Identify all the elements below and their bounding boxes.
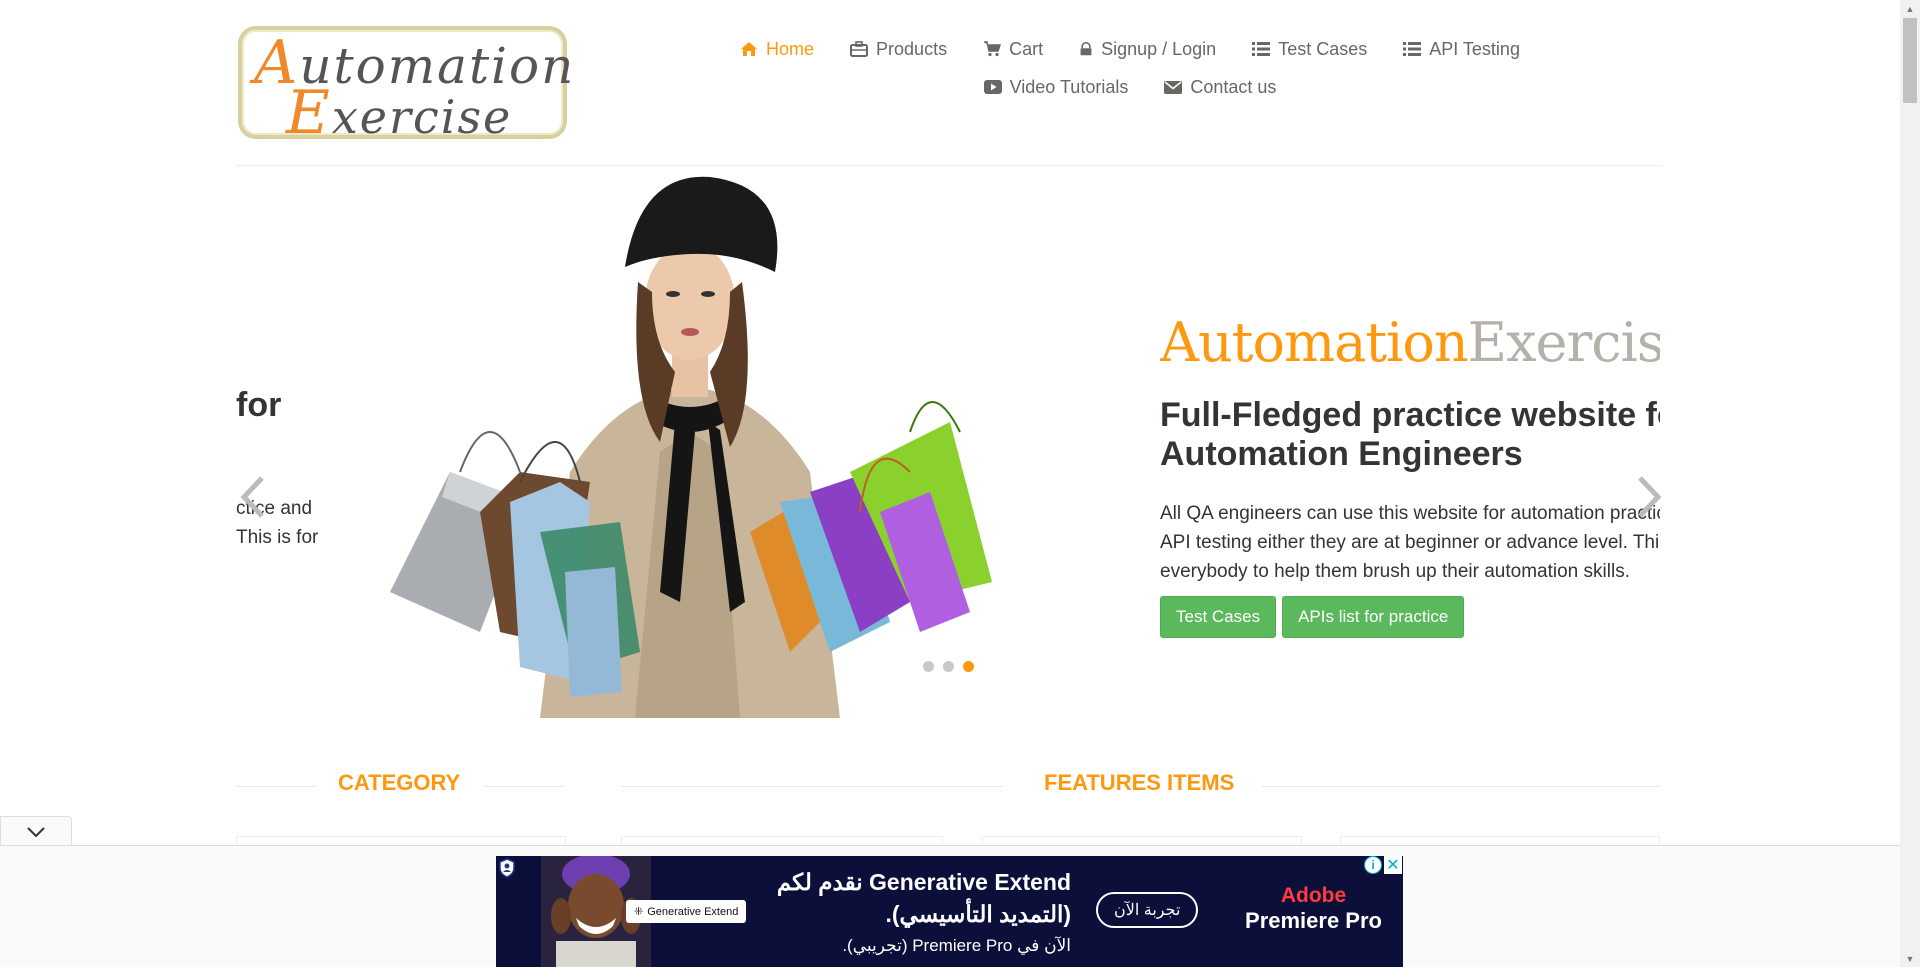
page: Automation Exercise Home Products Cart S… [0,0,1920,967]
features-title-line-left [621,786,1003,787]
slide-desc-line-1: All QA engineers can use this website fo… [1160,503,1660,524]
ad-cta-button[interactable]: تجربة الآن [1096,892,1199,928]
ad-brand-premiere: Premiere Pro [1245,908,1382,933]
carousel-indicators [922,660,975,673]
scroll-thumb[interactable] [1903,18,1917,103]
category-title-line-left [236,786,316,787]
slide-desc-line-2: API testing either they are at beginner … [1160,532,1660,553]
prev-slide-line-2: This is for [236,527,319,548]
slide-title-line-1: Full-Fledged practice website for [1160,396,1660,434]
list-icon [1252,42,1271,56]
nav-api-testing-label: API Testing [1429,38,1520,59]
ad-info-icon[interactable]: i [1364,856,1382,874]
ad-close-icon[interactable]: ✕ [1384,856,1402,874]
slide-title: Full-Fledged practice website for Automa… [1160,396,1660,474]
lock-icon [1080,42,1092,56]
nav-products[interactable]: Products [850,36,947,62]
vertical-scrollbar[interactable]: ▲ ▼ [1900,0,1920,967]
ad-brand-logo: Adobe Premiere Pro [1231,884,1396,934]
slide-description: All QA engineers can use this website fo… [1160,499,1660,586]
site-logo[interactable]: Automation Exercise [238,26,573,144]
home-icon [741,42,758,56]
features-title-line-right [1262,786,1660,787]
ad-collapse-toggle[interactable] [0,816,72,846]
nav-cart[interactable]: Cart [983,36,1043,62]
nav-contact-us[interactable]: Contact us [1164,74,1276,100]
scroll-down-arrow-icon[interactable]: ▼ [1900,950,1920,967]
nav-home-label: Home [766,38,815,59]
slide-brand-heading: AutomationExercise [1160,310,1660,376]
cart-icon [984,41,1002,57]
ad-headline-line-2: (التمديد التأسيسي). [885,901,1071,927]
nav-contact-us-label: Contact us [1190,76,1277,97]
ad-privacy-shield-icon[interactable] [498,858,516,878]
slide-title-line-2: Automation Engineers [1160,435,1523,473]
carousel-slide-content: AutomationExercise Full-Fledged practice… [1160,310,1660,638]
nav-video-tutorials-label: Video Tutorials [1009,76,1129,97]
carousel-dot-2[interactable] [942,660,955,673]
slide-desc-line-3: everybody to help them brush up their au… [1160,561,1630,582]
logo-cap-e: E [286,78,332,148]
apis-list-button[interactable]: APIs list for practice [1282,596,1465,638]
hero-shopping-girl-image [390,176,992,718]
nav-signup-login[interactable]: Signup / Login [1079,36,1216,62]
chevron-down-icon [27,826,45,837]
nav-cart-label: Cart [1009,38,1044,59]
slide-buttons: Test Cases APIs list for practice [1160,596,1660,638]
scroll-up-arrow-icon[interactable]: ▲ [1900,0,1920,17]
carousel-prev-arrow-icon[interactable] [236,472,270,522]
nav-test-cases[interactable]: Test Cases [1252,36,1367,62]
category-title-line-right [484,786,564,787]
ad-badge-label: Generative Extend [647,905,739,918]
nav-video-tutorials[interactable]: Video Tutorials [983,74,1129,100]
logo-line-2: Exercise [286,83,513,144]
carousel-next-arrow-icon[interactable] [1632,472,1666,522]
nav-products-label: Products [876,38,948,59]
main-nav: Home Products Cart Signup / Login Test C… [720,36,1540,100]
carousel-dot-1[interactable] [922,660,935,673]
brand-automation: Automation [1160,311,1469,374]
header-divider [236,165,1661,166]
envelope-icon [1164,81,1183,94]
ad-headline: Generative Extend نقدم لكم (التمديد التأ… [726,866,1071,930]
nav-test-cases-label: Test Cases [1278,38,1368,59]
ad-headline-line-1: Generative Extend نقدم لكم [776,869,1071,895]
ad-subtext: الآن في Premiere Pro (تجريبي). [842,936,1071,955]
category-heading: Category [338,770,461,795]
sparkle-icon: ⁜ [634,906,644,918]
test-cases-button[interactable]: Test Cases [1160,596,1277,638]
briefcase-icon [850,41,869,57]
features-items-heading: Features Items [1044,770,1235,795]
list-icon [1403,42,1422,56]
nav-api-testing[interactable]: API Testing [1403,36,1520,62]
youtube-play-icon [983,80,1002,94]
carousel-dot-3[interactable] [962,660,975,673]
ad-banner[interactable]: ⁜ Generative Extend Generative Extend نق… [496,856,1403,967]
nav-home[interactable]: Home [740,36,814,62]
prev-slide-title-fragment: for [236,386,282,424]
logo-text-1: utomation [299,37,576,95]
brand-exercise: Exercise [1467,311,1660,374]
ad-brand-adobe: Adobe [1280,884,1347,907]
logo-text-2: xercise [331,90,513,144]
nav-signup-login-label: Signup / Login [1101,38,1217,59]
